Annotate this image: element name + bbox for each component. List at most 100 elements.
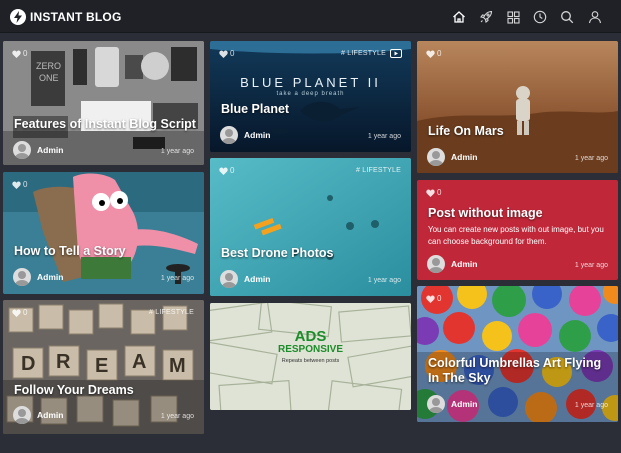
avatar <box>427 255 445 273</box>
post-author[interactable]: Admin <box>13 141 63 159</box>
like-count: 0 <box>437 188 442 197</box>
author-name: Admin <box>244 274 271 284</box>
avatar <box>13 268 31 286</box>
like-counter[interactable]: 0 <box>12 49 27 58</box>
post-time: 1 year ago <box>160 148 194 155</box>
author-name: Admin <box>37 410 64 420</box>
post-time: 1 year ago <box>574 402 608 409</box>
post-author[interactable]: Admin <box>427 148 477 166</box>
post-title[interactable]: Blue Planet <box>221 102 289 117</box>
rocket-icon[interactable] <box>477 8 495 26</box>
grid-icon[interactable] <box>504 8 522 26</box>
post-card-umbrellas[interactable]: 0 Colorful Umbrellas Art Flying In The S… <box>417 286 618 422</box>
post-title[interactable]: How to Tell a Story <box>14 244 126 259</box>
svg-text:ONE: ONE <box>39 73 59 83</box>
brand-logo[interactable]: INSTANT BLOG <box>10 7 122 26</box>
post-card-features[interactable]: ZERO ONE 0 Features of Instant Blog Scri… <box>3 41 204 165</box>
avatar <box>427 148 445 166</box>
heart-icon <box>12 180 21 189</box>
avatar <box>220 126 238 144</box>
like-counter[interactable]: 0 <box>426 49 441 58</box>
post-time: 1 year ago <box>367 277 401 284</box>
category-tag[interactable]: # LIFESTYLE <box>341 50 386 57</box>
like-count: 0 <box>437 49 442 58</box>
like-count: 0 <box>437 294 442 303</box>
brand-name: INSTANT BLOG <box>30 9 122 24</box>
search-icon[interactable] <box>558 8 576 26</box>
post-time: 1 year ago <box>574 155 608 162</box>
like-count: 0 <box>23 308 28 317</box>
post-title[interactable]: Colorful Umbrellas Art Flying In The Sky <box>428 356 610 386</box>
like-counter[interactable]: 0 <box>219 49 234 58</box>
avatar <box>220 270 238 288</box>
like-count: 0 <box>23 180 28 189</box>
clock-icon[interactable] <box>531 8 549 26</box>
like-counter[interactable]: 0 <box>426 294 441 303</box>
post-card-story[interactable]: 0 How to Tell a Story Admin 1 year ago <box>3 172 204 294</box>
video-overlay-title: BLUE PLANET II <box>240 75 381 90</box>
avatar <box>427 395 445 413</box>
svg-text:E: E <box>95 355 108 377</box>
heart-icon <box>426 294 435 303</box>
post-author[interactable]: Admin <box>220 126 270 144</box>
post-author[interactable]: Admin <box>13 268 63 286</box>
author-name: Admin <box>451 399 478 409</box>
post-card-drone[interactable]: 0 # LIFESTYLE Best Drone Photos Admin 1 … <box>210 158 411 296</box>
post-title[interactable]: Best Drone Photos <box>221 246 334 261</box>
category-tag[interactable]: # LIFESTYLE <box>149 309 194 316</box>
heart-icon <box>426 188 435 197</box>
like-counter[interactable]: 0 <box>12 308 27 317</box>
heart-icon <box>426 49 435 58</box>
post-author[interactable]: Admin <box>220 270 270 288</box>
svg-text:M: M <box>169 355 186 377</box>
top-navbar: INSTANT BLOG <box>0 0 621 33</box>
post-author[interactable]: Admin <box>427 255 477 273</box>
post-time: 1 year ago <box>160 275 194 282</box>
like-counter[interactable]: 0 <box>12 180 27 189</box>
lightning-icon <box>10 8 26 25</box>
avatar <box>13 141 31 159</box>
svg-text:R: R <box>56 351 71 373</box>
ad-subheadline: RESPONSIVE <box>277 344 344 355</box>
post-card-dreams[interactable]: DR E A M 0 # LIFESTYLE Follow Your Dreams A… <box>3 300 204 434</box>
post-title[interactable]: Features of Instant Blog Script <box>14 117 196 132</box>
heart-icon <box>12 49 21 58</box>
like-count: 0 <box>230 166 235 175</box>
video-icon <box>390 49 402 58</box>
post-author[interactable]: Admin <box>13 406 63 424</box>
avatar <box>13 406 31 424</box>
post-title[interactable]: Life On Mars <box>428 124 504 139</box>
like-counter[interactable]: 0 <box>426 188 441 197</box>
post-time: 1 year ago <box>574 262 608 269</box>
post-time: 1 year ago <box>160 413 194 420</box>
author-name: Admin <box>451 152 478 162</box>
svg-text:D: D <box>21 353 35 375</box>
author-name: Admin <box>244 130 271 140</box>
user-icon[interactable] <box>586 8 604 26</box>
post-time: 1 year ago <box>367 133 401 140</box>
like-counter[interactable]: 0 <box>219 166 234 175</box>
svg-text:ZERO: ZERO <box>36 61 61 71</box>
ad-background-banknotes <box>210 303 411 410</box>
heart-icon <box>12 308 21 317</box>
author-name: Admin <box>451 259 478 269</box>
author-name: Admin <box>37 272 64 282</box>
video-overlay-subtitle: take a deep breath <box>276 91 345 97</box>
post-card-no-image[interactable]: 0 Post without image You can create new … <box>417 180 618 280</box>
like-count: 0 <box>23 49 28 58</box>
post-title[interactable]: Follow Your Dreams <box>14 383 134 398</box>
post-excerpt: You can create new posts with out image,… <box>428 225 604 246</box>
author-name: Admin <box>37 145 64 155</box>
ad-headline: ADS <box>294 328 327 345</box>
like-count: 0 <box>230 49 235 58</box>
home-icon[interactable] <box>450 8 468 26</box>
category-tag[interactable]: # LIFESTYLE <box>356 167 401 174</box>
post-title[interactable]: Post without image <box>428 206 543 221</box>
post-card-blue-planet[interactable]: BLUE PLANET II take a deep breath 0 # LI… <box>210 41 411 152</box>
heart-icon <box>219 49 228 58</box>
heart-icon <box>219 166 228 175</box>
svg-text:A: A <box>132 351 146 373</box>
post-card-mars[interactable]: 0 Life On Mars Admin 1 year ago <box>417 41 618 173</box>
post-author[interactable]: Admin <box>427 395 477 413</box>
ad-banner[interactable]: ADS RESPONSIVE Repeats between posts <box>210 303 411 410</box>
